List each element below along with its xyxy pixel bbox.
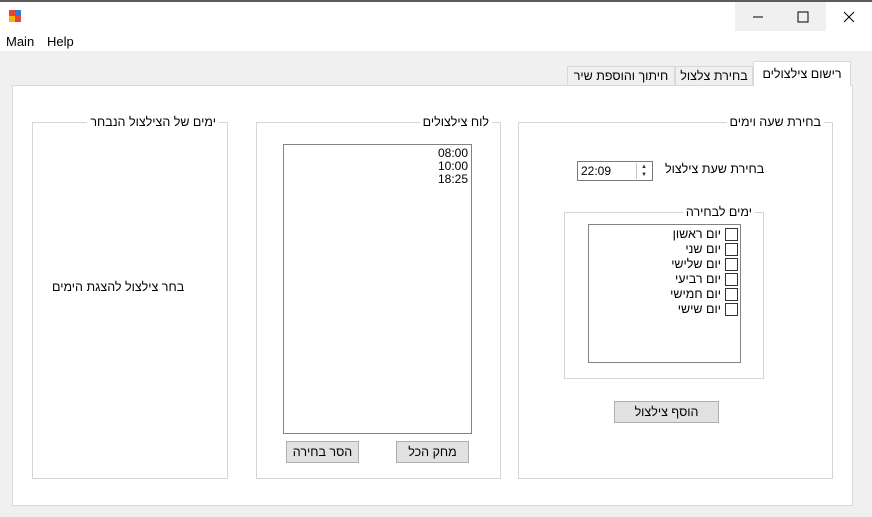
day-checkbox[interactable] <box>725 288 738 301</box>
day-checkbox[interactable] <box>725 243 738 256</box>
day-checkbox-row[interactable]: יום ראשון <box>589 227 739 242</box>
day-checkbox-row[interactable]: יום שני <box>589 242 739 257</box>
menu-help[interactable]: Help <box>47 34 74 49</box>
day-checkbox-row[interactable]: יום שישי <box>589 302 739 317</box>
ring-time-label: בחירת שעת צילצול <box>665 162 765 176</box>
days-choice-group-title: ימים לבחירה <box>682 205 755 219</box>
close-icon <box>843 11 855 22</box>
schedule-list[interactable]: 08:00 10:00 18:25 <box>283 144 472 434</box>
app-icon <box>9 10 21 22</box>
day-label: יום שלישי <box>671 257 721 271</box>
tab-choose-ringtone[interactable]: בחירת צלצול <box>675 66 753 86</box>
day-checkbox-row[interactable]: יום שלישי <box>589 257 739 272</box>
select-ring-hint: בחר צילצול להצגת הימים <box>52 280 185 294</box>
minimize-icon <box>753 16 763 17</box>
spin-down-icon[interactable]: ▼ <box>637 171 651 179</box>
day-label: יום רביעי <box>675 272 721 286</box>
day-label: יום ראשון <box>672 227 721 241</box>
day-checkbox[interactable] <box>725 303 738 316</box>
close-button[interactable] <box>826 2 872 31</box>
schedule-group-title: לוח צילצולים <box>419 115 492 129</box>
time-picker[interactable]: 22:09 ▲ ▼ <box>577 161 653 181</box>
remove-selected-button[interactable]: הסר בחירה <box>286 441 359 463</box>
time-days-group-title: בחירת שעה וימים <box>726 115 824 129</box>
time-spinner[interactable]: ▲ ▼ <box>636 163 651 179</box>
schedule-time-item[interactable]: 18:25 <box>284 173 471 186</box>
selected-ring-days-group: ימים של הצילצול הנבחר <box>32 115 228 479</box>
menu-bar: Main Help <box>0 31 872 51</box>
days-checklist[interactable]: יום ראשון יום שני יום שלישי יום רביעי יו… <box>588 224 741 363</box>
selected-ring-days-group-title: ימים של הצילצול הנבחר <box>87 115 219 129</box>
spin-up-icon[interactable]: ▲ <box>637 163 651 171</box>
tab-register-rings[interactable]: רישום צילצולים <box>753 61 851 86</box>
day-label: יום שישי <box>677 302 721 316</box>
time-picker-value[interactable]: 22:09 <box>581 164 611 178</box>
maximize-icon <box>797 11 809 22</box>
add-ring-button[interactable]: הוסף צילצול <box>614 401 719 423</box>
title-bar <box>0 0 872 31</box>
minimize-button[interactable] <box>735 2 781 31</box>
tab-cut-add-song[interactable]: חיתוך והוספת שיר <box>567 66 675 86</box>
menu-main[interactable]: Main <box>6 34 34 49</box>
day-checkbox[interactable] <box>725 228 738 241</box>
day-checkbox[interactable] <box>725 258 738 271</box>
day-checkbox[interactable] <box>725 273 738 286</box>
maximize-button[interactable] <box>780 2 826 31</box>
day-checkbox-row[interactable]: יום חמישי <box>589 287 739 302</box>
day-label: יום חמישי <box>670 287 721 301</box>
clear-all-button[interactable]: מחק הכל <box>396 441 469 463</box>
day-checkbox-row[interactable]: יום רביעי <box>589 272 739 287</box>
day-label: יום שני <box>685 242 721 256</box>
